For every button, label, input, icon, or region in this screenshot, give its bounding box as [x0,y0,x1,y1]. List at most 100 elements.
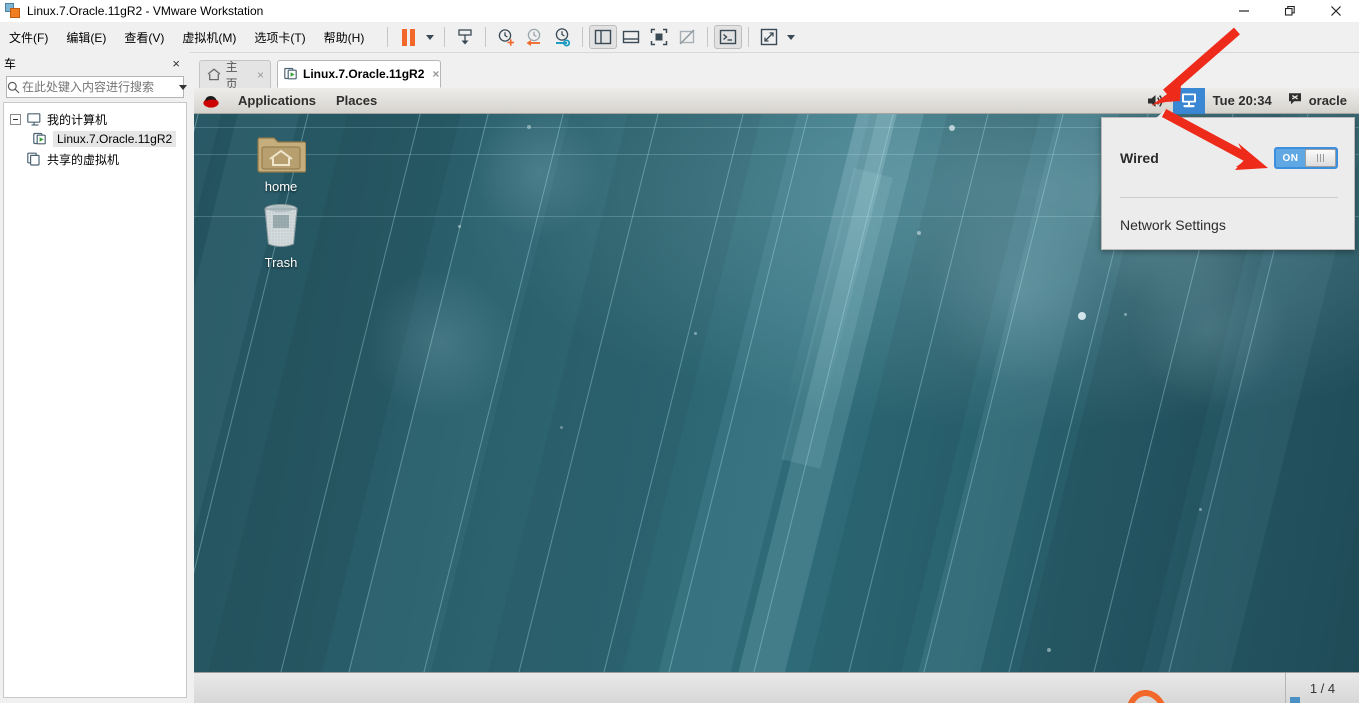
desktop-icon-home[interactable]: home [235,122,327,194]
home-folder-icon [235,122,327,174]
tab-close-button[interactable]: × [432,67,439,81]
tree-item-my-computer[interactable]: 我的计算机 [4,109,186,129]
gnome-top-panel: Applications Places Tue 20:34 oracle [194,88,1359,114]
vm-running-icon [32,131,48,147]
network-wired-icon[interactable] [1172,88,1205,114]
menu-edit[interactable]: 编辑(E) [57,25,115,50]
home-icon [206,67,222,83]
vmware-icon [5,3,21,19]
snapshot-revert-icon [526,28,541,46]
take-snapshot-button[interactable] [492,25,520,49]
toolbar-separator [444,27,446,47]
trash-icon [235,198,327,250]
network-settings-item[interactable]: Network Settings [1102,208,1356,242]
snapshot-manager-button[interactable] [548,25,576,49]
library-panel-icon [595,29,612,45]
fullscreen-icon [651,28,668,46]
toolbar-separator [387,27,389,47]
revert-snapshot-button[interactable] [520,25,548,49]
tree-item-shared-vms[interactable]: 共享的虚拟机 [4,149,186,169]
stretch-icon [761,28,778,46]
desktop-icon-trash[interactable]: Trash [235,198,327,270]
library-sidebar: 车 × 在此处键入内容进行搜索 我的计算机 Linux.7.Oracle.11g… [0,52,190,698]
search-dropdown-icon[interactable] [179,77,187,97]
library-header: 车 × [0,52,190,74]
menu-divider [1120,197,1338,198]
expander-collapse-icon[interactable] [10,113,21,125]
tab-label: 主页 [225,59,238,91]
chat-icon [1288,92,1303,109]
stretch-dropdown[interactable] [783,25,799,49]
snapshot-manager-icon [556,28,571,47]
menu-help[interactable]: 帮助(H) [315,25,374,50]
search-input[interactable] [20,79,179,95]
tab-close-button[interactable]: × [257,68,264,82]
computer-icon [26,111,42,127]
vm-tree: 我的计算机 Linux.7.Oracle.11gR2 共享的虚拟机 [3,102,187,698]
snapshot-add-icon [499,29,515,46]
wired-label: Wired [1120,150,1159,166]
vmware-workstation-window: Linux.7.Oracle.11gR2 - VMware Workstatio… [0,0,1359,703]
window-title: Linux.7.Oracle.11gR2 - VMware Workstatio… [27,4,264,18]
vm-status-bar: 1 / 4 [194,672,1359,703]
tab-strip: 主页 × Linux.7.Oracle.11gR2 × [195,58,1359,91]
show-library-button[interactable] [589,25,618,49]
stretch-button[interactable] [755,25,783,49]
console-button[interactable] [714,25,743,49]
toolbar-separator [485,27,487,47]
tree-item-label: 我的计算机 [47,112,108,127]
background-app-peek-blue [1290,697,1300,703]
desktop-icon-label: Trash [264,255,298,270]
wired-row: Wired ON [1102,132,1356,184]
thumbnail-bar-icon [623,30,640,44]
toggle-on-label: ON [1282,152,1299,164]
toolbar-separator [748,27,750,47]
clock-button[interactable]: Tue 20:34 [1205,88,1280,114]
shared-vms-icon [26,151,42,167]
panel-menu-places[interactable]: Places [326,88,387,114]
unity-mode-icon [679,29,695,45]
pause-icon [401,28,415,46]
show-thumbnail-bar-button[interactable] [617,25,645,49]
menu-vm[interactable]: 虚拟机(M) [173,25,245,50]
tab-label: Linux.7.Oracle.11gR2 [303,67,425,81]
library-title: 车 [4,56,17,71]
tree-item-label: Linux.7.Oracle.11gR2 [53,131,177,147]
network-menu-pointer [1156,110,1174,118]
main-toolbar [381,22,799,52]
desktop-icon-label: home [264,179,298,194]
redhat-logo-icon[interactable] [202,92,220,110]
menu-file[interactable]: 文件(F) [0,25,57,50]
close-button[interactable] [1313,0,1359,22]
toolbar-separator [707,27,709,47]
library-close-button[interactable]: × [166,57,186,70]
tab-home[interactable]: 主页 × [199,60,271,91]
minimize-button[interactable] [1221,0,1267,22]
menu-bar: 文件(F) 编辑(E) 查看(V) 虚拟机(M) 选项卡(T) 帮助(H) [0,22,1359,52]
panel-menu-applications[interactable]: Applications [228,88,326,114]
search-icon [7,77,20,97]
menu-tabs[interactable]: 选项卡(T) [245,25,314,50]
pause-dropdown[interactable] [422,25,438,49]
unity-mode-button[interactable] [673,25,701,49]
user-menu-button[interactable]: oracle [1280,88,1359,114]
user-name-label: oracle [1308,93,1347,108]
window-controls [1221,0,1359,22]
title-bar: Linux.7.Oracle.11gR2 - VMware Workstatio… [0,0,1359,22]
tree-item-vm[interactable]: Linux.7.Oracle.11gR2 [4,129,186,149]
terminal-icon [720,29,737,45]
toolbar-separator [582,27,584,47]
restore-button[interactable] [1267,0,1313,22]
library-search-box[interactable] [6,76,184,98]
vm-running-icon [284,66,299,82]
snapshot-icon-button[interactable] [451,25,479,49]
toggle-knob [1305,149,1336,167]
clock-label: Tue 20:34 [1212,93,1272,108]
fullscreen-button[interactable] [645,25,673,49]
pause-button[interactable] [394,25,422,49]
tab-linux-oracle-vm[interactable]: Linux.7.Oracle.11gR2 × [277,60,441,88]
network-applet-menu: Wired ON Network Settings [1101,117,1355,250]
wired-toggle-switch[interactable]: ON [1274,147,1338,169]
snapshot-icon [458,29,472,45]
menu-view[interactable]: 查看(V) [115,25,173,50]
